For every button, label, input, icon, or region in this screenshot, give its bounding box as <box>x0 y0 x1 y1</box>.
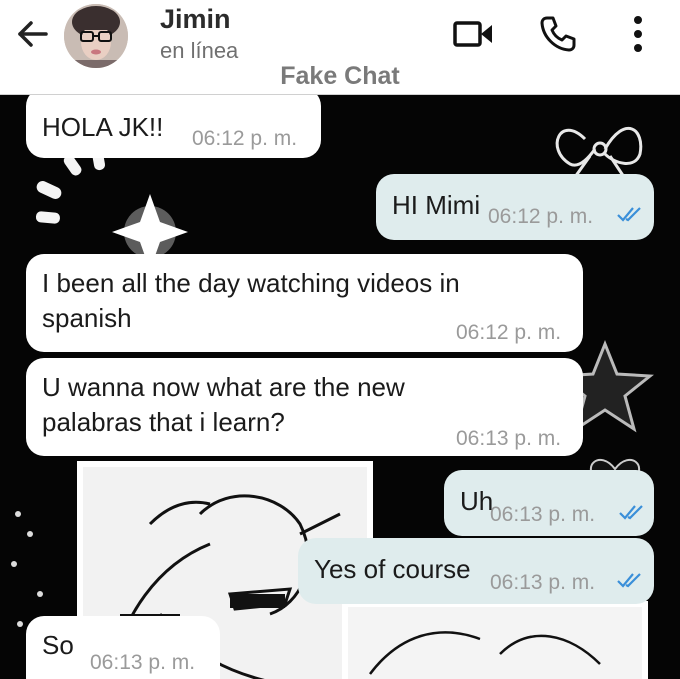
message-outgoing[interactable]: Yes of course 06:13 p. m. <box>298 538 654 604</box>
message-text: Uh <box>460 486 494 516</box>
video-camera-icon <box>453 21 492 47</box>
arrow-left-icon <box>18 21 48 47</box>
message-time: 06:13 p. m. <box>490 503 596 526</box>
video-call-button[interactable] <box>452 16 496 52</box>
back-button[interactable] <box>14 16 50 52</box>
more-vertical-icon <box>634 16 642 52</box>
double-check-icon <box>619 505 643 520</box>
more-options-button[interactable] <box>628 12 648 56</box>
message-time: 06:12 p. m. <box>488 205 594 228</box>
message-outgoing[interactable]: Uh 06:13 p. m. <box>444 470 654 536</box>
message-text: HI Mimi <box>392 190 481 220</box>
message-time: 06:13 p. m. <box>90 651 196 674</box>
contact-photo <box>64 4 128 68</box>
double-check-icon <box>617 207 641 222</box>
voice-call-button[interactable] <box>538 14 578 54</box>
chat-header: Jimin en línea Fake Chat <box>0 0 680 95</box>
message-text: So <box>42 630 74 660</box>
contact-name[interactable]: Jimin <box>160 4 231 35</box>
message-incoming[interactable]: U wanna now what are the new palabras th… <box>26 358 583 456</box>
watermark-text: Fake Chat <box>280 62 400 90</box>
message-text: Yes of course <box>314 554 471 584</box>
message-incoming[interactable]: I been all the day watching videos in sp… <box>26 254 583 352</box>
contact-status: en línea <box>160 38 239 63</box>
message-incoming[interactable]: HOLA JK!! 06:12 p. m. <box>26 94 321 158</box>
double-check-icon <box>617 573 641 588</box>
message-time: 06:12 p. m. <box>456 321 562 344</box>
message-text-line2: palabras that i learn? <box>42 407 285 437</box>
message-time: 06:13 p. m. <box>456 427 562 450</box>
chat-area[interactable]: HOLA JK!! 06:12 p. m. HI Mimi 06:12 p. m… <box>0 94 680 679</box>
message-time: 06:12 p. m. <box>192 127 298 150</box>
message-text-line2: spanish <box>42 303 132 333</box>
message-text-line1: U wanna now what are the new <box>42 372 405 402</box>
message-time: 06:13 p. m. <box>490 571 596 594</box>
message-incoming[interactable]: So 06:13 p. m. <box>26 616 220 679</box>
message-text-line1: I been all the day watching videos in <box>42 268 460 298</box>
phone-icon <box>540 16 576 52</box>
message-outgoing[interactable]: HI Mimi 06:12 p. m. <box>376 174 654 240</box>
avatar[interactable] <box>64 4 128 68</box>
message-text: HOLA JK!! <box>42 112 164 142</box>
